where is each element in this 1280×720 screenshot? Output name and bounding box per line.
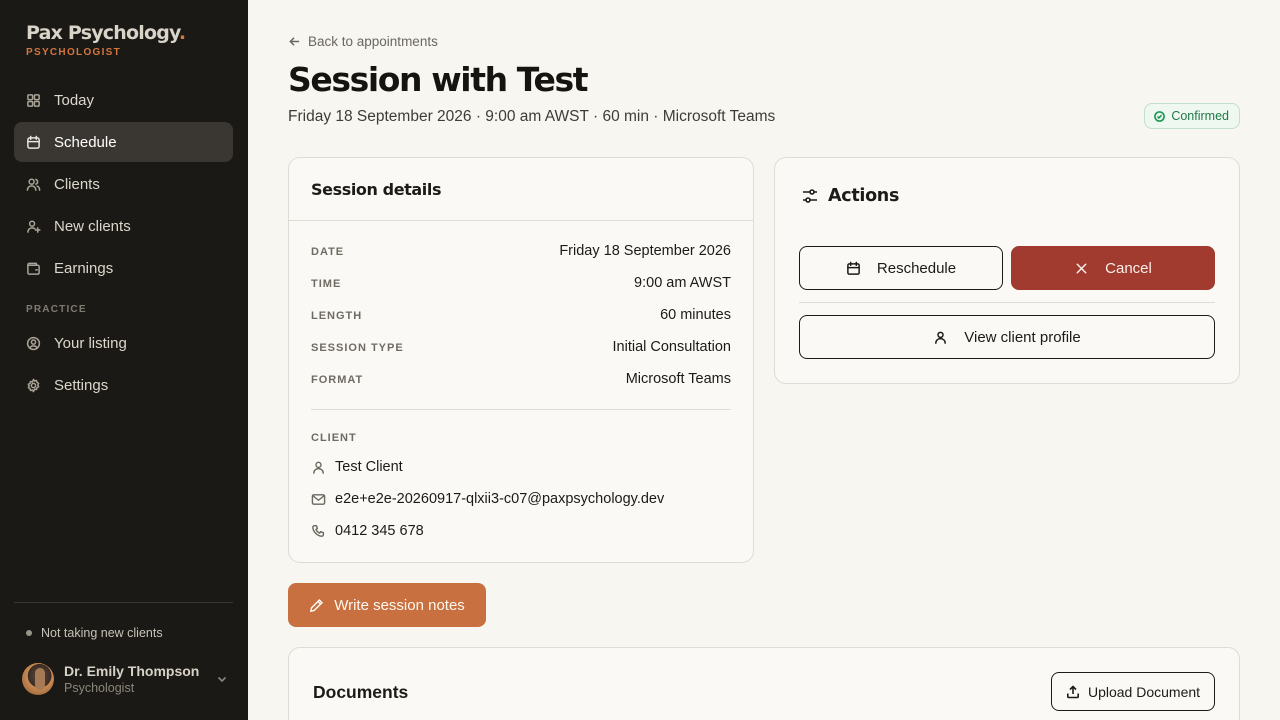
availability-status[interactable]: Not taking new clients (26, 626, 163, 640)
user-icon (935, 331, 947, 344)
pencil-icon (310, 598, 324, 612)
upload-document-button[interactable]: Upload Document (1051, 672, 1215, 711)
client-phone[interactable]: 0412 345 678 (335, 523, 424, 539)
view-profile-label: View client profile (964, 328, 1081, 346)
grid-icon (27, 93, 40, 107)
sidebar: Pax Psychology. PSYCHOLOGIST Today Sched… (0, 0, 248, 720)
actions-card: Actions Reschedule Cancel View client pr… (774, 157, 1240, 384)
sidebar-item-label: Clients (54, 175, 100, 193)
client-name: Test Client (335, 459, 403, 475)
notes-button-label: Write session notes (334, 596, 465, 614)
user-info: Dr. Emily Thompson Psychologist (64, 663, 216, 695)
sidebar-item-earnings[interactable]: Earnings (14, 248, 233, 288)
wallet-icon (27, 262, 40, 275)
back-link-label: Back to appointments (308, 34, 438, 49)
sidebar-item-label: Schedule (54, 133, 117, 151)
detail-row-length: LENGTH 60 minutes (311, 307, 731, 323)
reschedule-label: Reschedule (876, 259, 957, 277)
divider (311, 409, 731, 410)
cancel-label: Cancel (1105, 259, 1152, 277)
users-icon (26, 178, 41, 191)
sidebar-item-today[interactable]: Today (14, 80, 233, 120)
detail-label: SESSION TYPE (311, 342, 404, 354)
upload-label: Upload Document (1087, 683, 1201, 700)
client-name-row: Test Client (311, 459, 403, 475)
documents-card: Documents Upload Document (288, 647, 1240, 720)
detail-row-date: DATE Friday 18 September 2026 (311, 243, 731, 259)
detail-value: 9:00 am AWST (634, 275, 731, 291)
reschedule-button[interactable]: Reschedule (799, 246, 1003, 290)
divider (289, 220, 753, 221)
chevron-down-icon (217, 676, 227, 683)
sidebar-item-new-clients[interactable]: New clients (14, 206, 233, 246)
status-badge: Confirmed (1144, 103, 1240, 129)
documents-title: Documents (313, 682, 409, 702)
brand-logo: Pax Psychology. (26, 22, 186, 44)
sidebar-item-clients[interactable]: Clients (14, 164, 233, 204)
sidebar-item-label: Your listing (54, 334, 127, 352)
availability-label: Not taking new clients (41, 626, 163, 640)
sidebar-divider (14, 602, 233, 603)
detail-value: Initial Consultation (612, 339, 732, 355)
client-phone-row: 0412 345 678 (311, 523, 424, 539)
mail-icon (311, 493, 326, 505)
user-circle-icon (26, 336, 41, 350)
brand[interactable]: Pax Psychology. PSYCHOLOGIST (26, 22, 186, 58)
calendar-icon (847, 261, 860, 275)
session-summary: Friday 18 September 2026 · 9:00 am AWST … (288, 108, 776, 125)
page-title: Session with Test (288, 60, 588, 99)
actions-title: Actions (801, 186, 899, 206)
sidebar-item-schedule[interactable]: Schedule (14, 122, 233, 162)
upload-icon (1066, 684, 1079, 698)
arrow-left-icon (289, 37, 300, 46)
detail-value: Microsoft Teams (625, 371, 731, 387)
detail-label: TIME (311, 278, 342, 290)
avatar (22, 663, 54, 695)
sidebar-item-label: Today (54, 91, 95, 109)
detail-row-format: FORMAT Microsoft Teams (311, 371, 731, 387)
phone-icon (312, 524, 325, 537)
sidebar-item-label: Settings (54, 376, 109, 394)
detail-label: LENGTH (311, 310, 363, 322)
detail-row-time: TIME 9:00 am AWST (311, 275, 731, 291)
brand-role: PSYCHOLOGIST (26, 47, 122, 58)
sidebar-item-your-listing[interactable]: Your listing (14, 323, 233, 363)
cancel-button[interactable]: Cancel (1011, 246, 1215, 290)
user-icon (313, 461, 324, 474)
actions-title-label: Actions (828, 186, 900, 206)
client-email[interactable]: e2e+e2e-20260917-qlxii3-c07@paxpsycholog… (335, 491, 664, 507)
session-details-title: Session details (311, 180, 442, 199)
user-menu[interactable]: Dr. Emily Thompson Psychologist (22, 663, 228, 695)
detail-value: Friday 18 September 2026 (559, 243, 731, 259)
user-role: Psychologist (64, 681, 135, 695)
detail-row-session-type: SESSION TYPE Initial Consultation (311, 339, 731, 355)
check-circle-icon (1154, 110, 1166, 122)
detail-label: FORMAT (311, 374, 364, 386)
write-session-notes-button[interactable]: Write session notes (288, 583, 486, 627)
close-icon (1076, 263, 1087, 273)
detail-label: DATE (311, 246, 345, 258)
sidebar-item-label: Earnings (54, 259, 114, 277)
back-to-appointments-link[interactable]: Back to appointments (288, 34, 438, 49)
session-details-card: Session details DATE Friday 18 September… (288, 157, 754, 563)
sidebar-item-settings[interactable]: Settings (14, 365, 233, 405)
detail-value: 60 minutes (660, 307, 731, 323)
calendar-icon (27, 135, 40, 149)
user-plus-icon (27, 220, 41, 233)
divider (799, 302, 1215, 303)
gear-icon (27, 378, 40, 392)
client-email-row: e2e+e2e-20260917-qlxii3-c07@paxpsycholog… (311, 491, 664, 507)
sliders-icon (803, 189, 817, 203)
nav-section-practice: PRACTICE (26, 304, 87, 315)
sidebar-nav: Today Schedule Clients New clients Earni… (14, 80, 233, 407)
client-section-label: CLIENT (311, 432, 357, 444)
user-name: Dr. Emily Thompson (64, 663, 200, 679)
status-dot-icon (26, 630, 32, 636)
status-label: Confirmed (1171, 109, 1229, 123)
sidebar-item-label: New clients (54, 217, 131, 235)
view-client-profile-button[interactable]: View client profile (799, 315, 1215, 359)
